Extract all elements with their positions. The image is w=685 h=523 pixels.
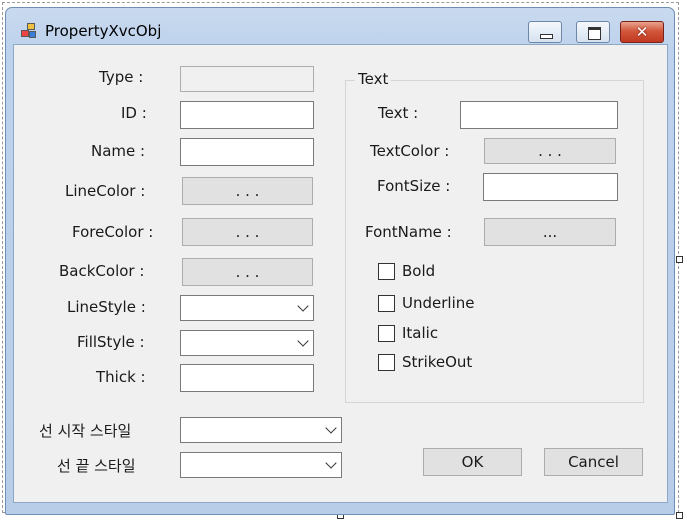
line-start-style-dropdown[interactable] bbox=[180, 417, 342, 443]
forecolor-label: ForeColor : bbox=[72, 223, 154, 241]
close-button[interactable]: ✕ bbox=[620, 21, 664, 43]
bold-label[interactable]: Bold bbox=[402, 262, 435, 280]
resize-handle-bottom-right[interactable] bbox=[676, 512, 683, 519]
app-form-icon bbox=[21, 23, 37, 39]
underline-checkbox[interactable] bbox=[378, 295, 395, 312]
underline-label[interactable]: Underline bbox=[402, 294, 474, 312]
chevron-down-icon bbox=[297, 335, 309, 347]
title-bar[interactable]: PropertyXvcObj ✕ bbox=[6, 8, 674, 44]
close-icon: ✕ bbox=[635, 23, 649, 41]
line-end-style-dropdown[interactable] bbox=[180, 452, 342, 478]
textcolor-label: TextColor : bbox=[370, 142, 450, 160]
chevron-down-icon bbox=[297, 300, 309, 312]
fontsize-label: FontSize : bbox=[377, 177, 451, 195]
resize-handle-right[interactable] bbox=[676, 256, 683, 263]
line-start-style-label: 선 시작 스타일 bbox=[39, 422, 132, 440]
id-field[interactable] bbox=[180, 101, 314, 129]
textcolor-button[interactable]: . . . bbox=[484, 138, 616, 164]
maximize-button[interactable] bbox=[576, 21, 610, 43]
fontname-label: FontName : bbox=[365, 223, 452, 241]
backcolor-label: BackColor : bbox=[59, 262, 145, 280]
dialog-window: PropertyXvcObj ✕ Type : ID : Name : Line… bbox=[5, 7, 675, 515]
text-label: Text : bbox=[378, 104, 419, 122]
type-field bbox=[180, 66, 314, 92]
italic-label[interactable]: Italic bbox=[402, 324, 438, 342]
strikeout-label[interactable]: StrikeOut bbox=[402, 353, 472, 371]
line-end-style-label: 선 끝 스타일 bbox=[57, 457, 136, 475]
fillstyle-dropdown[interactable] bbox=[180, 330, 314, 356]
bold-checkbox[interactable] bbox=[378, 263, 395, 280]
backcolor-button[interactable]: . . . bbox=[182, 258, 313, 286]
thick-label: Thick : bbox=[96, 368, 146, 386]
chevron-down-icon bbox=[325, 457, 337, 469]
dialog-client-area: Type : ID : Name : LineColor : . . . For… bbox=[13, 44, 668, 503]
minimize-button[interactable] bbox=[528, 21, 562, 43]
chevron-down-icon bbox=[325, 422, 337, 434]
linestyle-dropdown[interactable] bbox=[180, 295, 314, 321]
name-label: Name : bbox=[91, 142, 146, 160]
linecolor-label: LineColor : bbox=[65, 182, 146, 200]
maximize-icon bbox=[588, 27, 601, 40]
name-field[interactable] bbox=[180, 138, 314, 166]
type-label: Type : bbox=[99, 68, 144, 86]
fillstyle-label: FillStyle : bbox=[77, 333, 145, 351]
cancel-button[interactable]: Cancel bbox=[544, 448, 643, 476]
thick-field[interactable] bbox=[180, 364, 314, 392]
minimize-icon bbox=[540, 34, 553, 39]
id-label: ID : bbox=[121, 104, 147, 122]
strikeout-checkbox[interactable] bbox=[378, 354, 395, 371]
linestyle-label: LineStyle : bbox=[67, 298, 146, 316]
fontname-button[interactable]: ... bbox=[484, 218, 616, 246]
fontsize-field[interactable] bbox=[483, 173, 618, 201]
text-group-title: Text bbox=[355, 70, 392, 88]
italic-checkbox[interactable] bbox=[378, 325, 395, 342]
linecolor-button[interactable]: . . . bbox=[182, 177, 313, 205]
ok-button[interactable]: OK bbox=[423, 448, 522, 476]
text-field[interactable] bbox=[460, 101, 618, 129]
forecolor-button[interactable]: . . . bbox=[182, 218, 313, 246]
window-title: PropertyXvcObj bbox=[45, 22, 162, 40]
